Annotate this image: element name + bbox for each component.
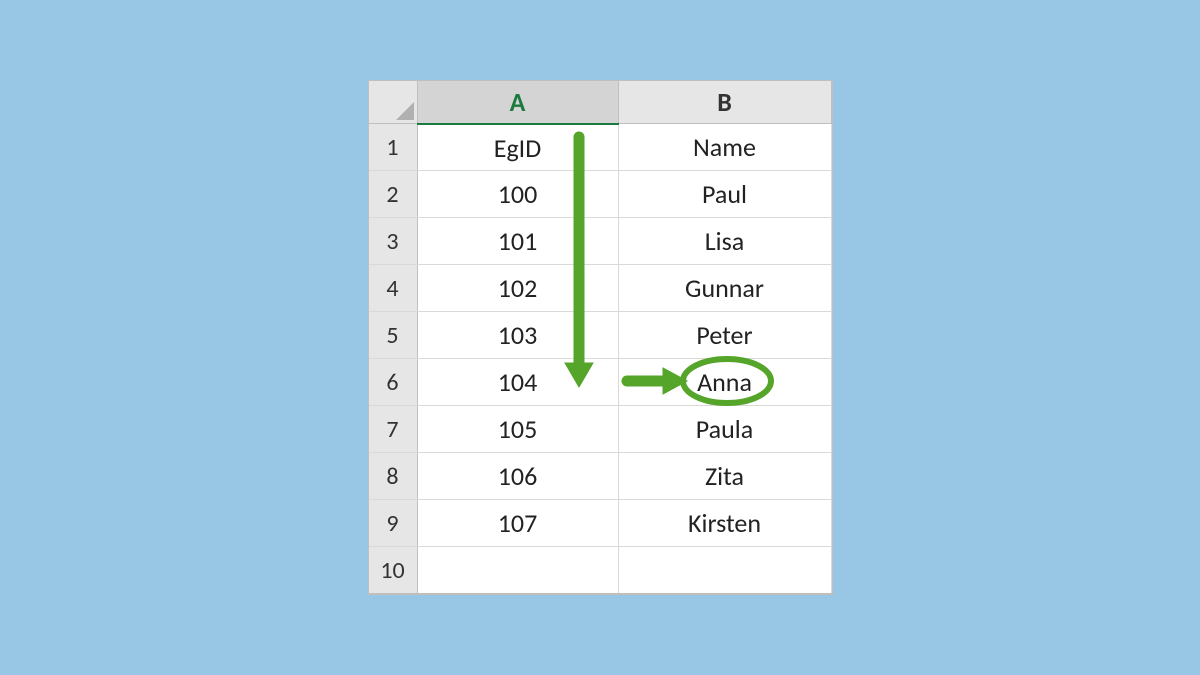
cell-B6[interactable]: Anna: [618, 359, 831, 406]
col-header-A[interactable]: A: [417, 81, 618, 124]
cell-A3[interactable]: 101: [417, 218, 618, 265]
cell-A5[interactable]: 103: [417, 312, 618, 359]
col-header-B[interactable]: B: [618, 81, 831, 124]
select-all-corner[interactable]: [369, 81, 418, 124]
cell-A4[interactable]: 102: [417, 265, 618, 312]
cell-A10[interactable]: [417, 547, 618, 594]
cell-A7[interactable]: 105: [417, 406, 618, 453]
cell-B3[interactable]: Lisa: [618, 218, 831, 265]
cell-B1[interactable]: Name: [618, 124, 831, 171]
row-header-9[interactable]: 9: [369, 500, 418, 547]
row-header-7[interactable]: 7: [369, 406, 418, 453]
cell-B9[interactable]: Kirsten: [618, 500, 831, 547]
row-header-1[interactable]: 1: [369, 124, 418, 171]
cell-B4[interactable]: Gunnar: [618, 265, 831, 312]
grid-table: A B 1EgIDName 2100Paul 3101Lisa 4102Gunn…: [369, 81, 832, 595]
cell-B7[interactable]: Paula: [618, 406, 831, 453]
row-header-8[interactable]: 8: [369, 453, 418, 500]
cell-A8[interactable]: 106: [417, 453, 618, 500]
row-header-4[interactable]: 4: [369, 265, 418, 312]
cell-B8[interactable]: Zita: [618, 453, 831, 500]
row-header-2[interactable]: 2: [369, 171, 418, 218]
cell-B5[interactable]: Peter: [618, 312, 831, 359]
row-header-6[interactable]: 6: [369, 359, 418, 406]
cell-B10[interactable]: [618, 547, 831, 594]
select-all-triangle-icon: [396, 102, 414, 120]
row-header-10[interactable]: 10: [369, 547, 418, 594]
cell-A6[interactable]: 104: [417, 359, 618, 406]
spreadsheet: A B 1EgIDName 2100Paul 3101Lisa 4102Gunn…: [368, 80, 833, 596]
cell-A1[interactable]: EgID: [417, 124, 618, 171]
row-header-3[interactable]: 3: [369, 218, 418, 265]
row-header-5[interactable]: 5: [369, 312, 418, 359]
cell-B2[interactable]: Paul: [618, 171, 831, 218]
cell-A2[interactable]: 100: [417, 171, 618, 218]
cell-A9[interactable]: 107: [417, 500, 618, 547]
